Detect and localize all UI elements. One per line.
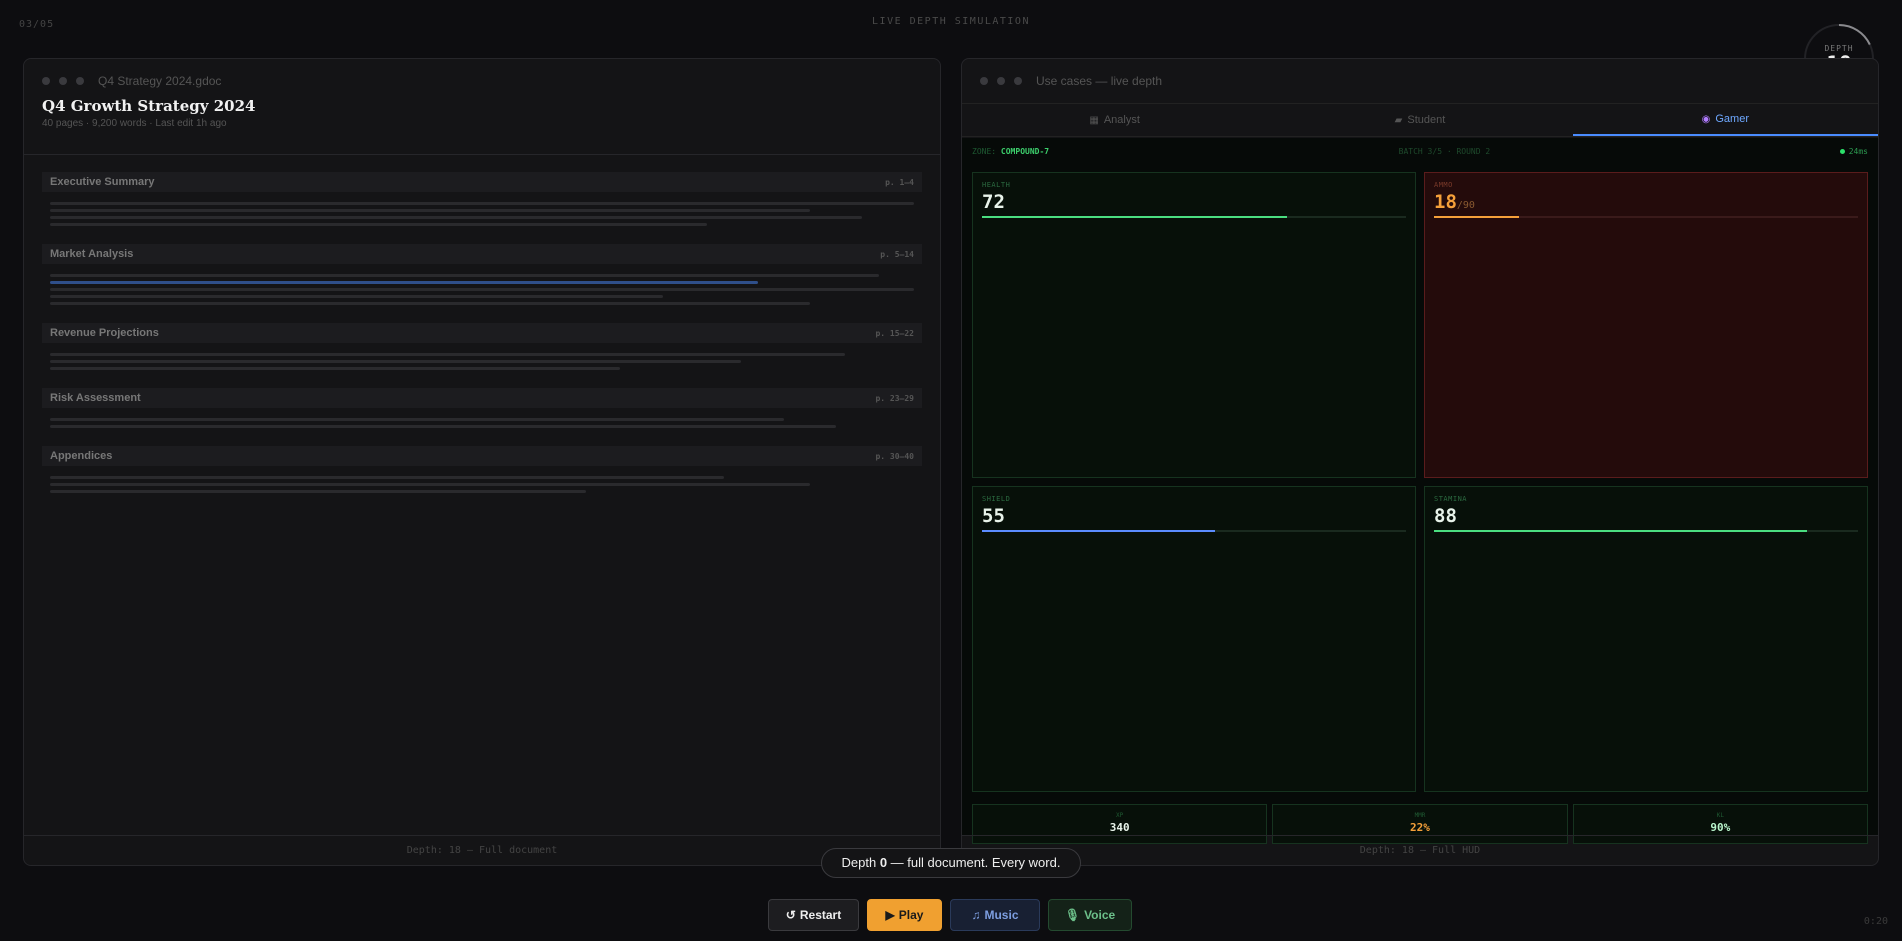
use-cases-panel: Use cases — live depth ▦ Analyst ▰ Student… xyxy=(961,58,1879,866)
hud-status-bar: ZONE: COMPOUND-7 BATCH 3/5 · ROUND 2 24m… xyxy=(962,138,1878,164)
card-label: SHIELD xyxy=(982,495,1011,503)
window-minimize-dot[interactable] xyxy=(997,77,1005,85)
window-maximize-dot[interactable] xyxy=(1014,77,1022,85)
tab-gamer[interactable]: ◉ Gamer xyxy=(1572,104,1878,136)
shield-card: SHIELD 55 xyxy=(972,486,1416,792)
stat-label: KL xyxy=(1716,812,1724,819)
chart-icon: ▦ xyxy=(1089,114,1099,126)
section-pages: p. 5–14 xyxy=(880,249,914,259)
toast-depth-value: 0 xyxy=(879,855,888,870)
section-title: Risk Assessment xyxy=(50,392,141,404)
section-appendices[interactable]: Appendices p. 30–40 xyxy=(42,446,922,493)
section-text-lines xyxy=(42,264,922,305)
stat-label: MMR xyxy=(1414,812,1426,819)
window-close-dot[interactable] xyxy=(980,77,988,85)
section-text-lines xyxy=(42,343,922,370)
section-title: Appendices xyxy=(50,450,113,462)
document-header: Q4 Growth Strategy 2024 40 pages · 9,200… xyxy=(24,97,940,155)
card-label: AMMO xyxy=(1434,181,1453,189)
music-note-icon: ♫ xyxy=(971,908,981,922)
zone-value: COMPOUND-7 xyxy=(1000,146,1050,156)
stat-value: 22% xyxy=(1410,821,1430,834)
document-meta: 40 pages · 9,200 words · Last edit 1h ag… xyxy=(42,118,227,129)
zone-label: ZONE: xyxy=(972,146,997,156)
section-text-lines xyxy=(42,466,922,493)
stamina-card: STAMINA 88 xyxy=(1424,486,1868,792)
depth-toast: Depth 0 — full document. Every word. xyxy=(821,848,1081,878)
section-title: Market Analysis xyxy=(50,248,134,260)
use-case-tabs: ▦ Analyst ▰ Student ◉ Gamer xyxy=(962,103,1878,137)
document-panel: Q4 Strategy 2024.gdoc Q4 Growth Strategy… xyxy=(23,58,941,866)
section-text-lines xyxy=(42,192,922,226)
stat-value: 340 xyxy=(1109,821,1130,834)
window-titlebar: Use cases — live depth xyxy=(962,59,1878,103)
shield-bar xyxy=(982,530,1406,532)
tab-label: Student xyxy=(1407,114,1446,126)
chat-icon: ▰ xyxy=(1394,114,1403,126)
game-hud: ZONE: COMPOUND-7 BATCH 3/5 · ROUND 2 24m… xyxy=(962,138,1878,844)
highlighted-line xyxy=(50,281,759,284)
section-risk-assessment[interactable]: Risk Assessment p. 23–29 xyxy=(42,388,922,428)
section-executive-summary[interactable]: Executive Summary p. 1–4 xyxy=(42,172,922,226)
card-value: 18/90 xyxy=(1434,191,1475,213)
play-icon: ▶ xyxy=(885,908,895,922)
tab-student[interactable]: ▰ Student xyxy=(1267,104,1572,136)
card-value: 72 xyxy=(982,191,1005,213)
card-max: /90 xyxy=(1456,200,1475,211)
card-value: 55 xyxy=(982,505,1005,527)
health-card: HEALTH 72 xyxy=(972,172,1416,478)
ping-value: 24ms xyxy=(1848,146,1868,156)
voice-button[interactable]: 🎙 Voice xyxy=(1048,899,1132,931)
section-title: Executive Summary xyxy=(50,176,155,188)
tab-label: Analyst xyxy=(1103,114,1140,126)
window-maximize-dot[interactable] xyxy=(76,77,84,85)
tab-label: Gamer xyxy=(1715,113,1749,125)
gamepad-icon: ◉ xyxy=(1701,113,1711,125)
hud-footer: Depth: 18 — Full HUD xyxy=(962,835,1878,865)
music-button[interactable]: ♫ Music xyxy=(950,899,1040,931)
ammo-card: AMMO 18/90 xyxy=(1424,172,1868,478)
section-text-lines xyxy=(42,408,922,428)
ping-indicator: 24ms xyxy=(1839,146,1868,156)
simulation-title: LIVE DEPTH SIMULATION xyxy=(872,16,1030,27)
card-label: STAMINA xyxy=(1434,495,1468,503)
section-pages: p. 1–4 xyxy=(885,177,914,187)
timer: 0:20 xyxy=(1863,916,1888,927)
playback-controls: ↺ Restart ▶ Play ♫ Music 🎙 Voice xyxy=(768,899,1132,931)
window-minimize-dot[interactable] xyxy=(59,77,67,85)
stat-label: XP xyxy=(1116,812,1124,819)
ammo-bar xyxy=(1434,216,1858,218)
restart-button[interactable]: ↺ Restart xyxy=(768,899,859,931)
microphone-icon: 🎙 xyxy=(1064,908,1081,922)
section-pages: p. 23–29 xyxy=(875,393,914,403)
section-revenue-projections[interactable]: Revenue Projections p. 15–22 xyxy=(42,323,922,370)
stat-value: 90% xyxy=(1710,821,1731,834)
hud-card-grid: HEALTH 72 AMMO 18/90 SHIELD 55 STAMINA 8… xyxy=(972,172,1868,794)
stamina-bar xyxy=(1434,530,1858,532)
window-close-dot[interactable] xyxy=(42,77,50,85)
window-title: Use cases — live depth xyxy=(1036,74,1163,88)
card-label: HEALTH xyxy=(982,181,1011,189)
window-title: Q4 Strategy 2024.gdoc xyxy=(98,74,222,88)
batch-round: BATCH 3/5 · ROUND 2 xyxy=(1398,146,1491,156)
document-title: Q4 Growth Strategy 2024 xyxy=(42,97,256,115)
status-led-icon xyxy=(1839,148,1845,154)
section-pages: p. 15–22 xyxy=(875,328,914,338)
tab-analyst[interactable]: ▦ Analyst xyxy=(962,104,1267,136)
document-footer: Depth: 18 — Full document xyxy=(24,835,940,865)
play-button[interactable]: ▶ Play xyxy=(867,899,942,931)
section-pages: p. 30–40 xyxy=(875,451,914,461)
document-sections: Executive Summary p. 1–4 Market Analysis p… xyxy=(24,155,940,493)
section-title: Revenue Projections xyxy=(50,327,159,339)
health-bar xyxy=(982,216,1406,218)
section-market-analysis[interactable]: Market Analysis p. 5–14 xyxy=(42,244,922,305)
restart-icon: ↺ xyxy=(785,908,796,922)
card-value: 88 xyxy=(1434,505,1457,527)
